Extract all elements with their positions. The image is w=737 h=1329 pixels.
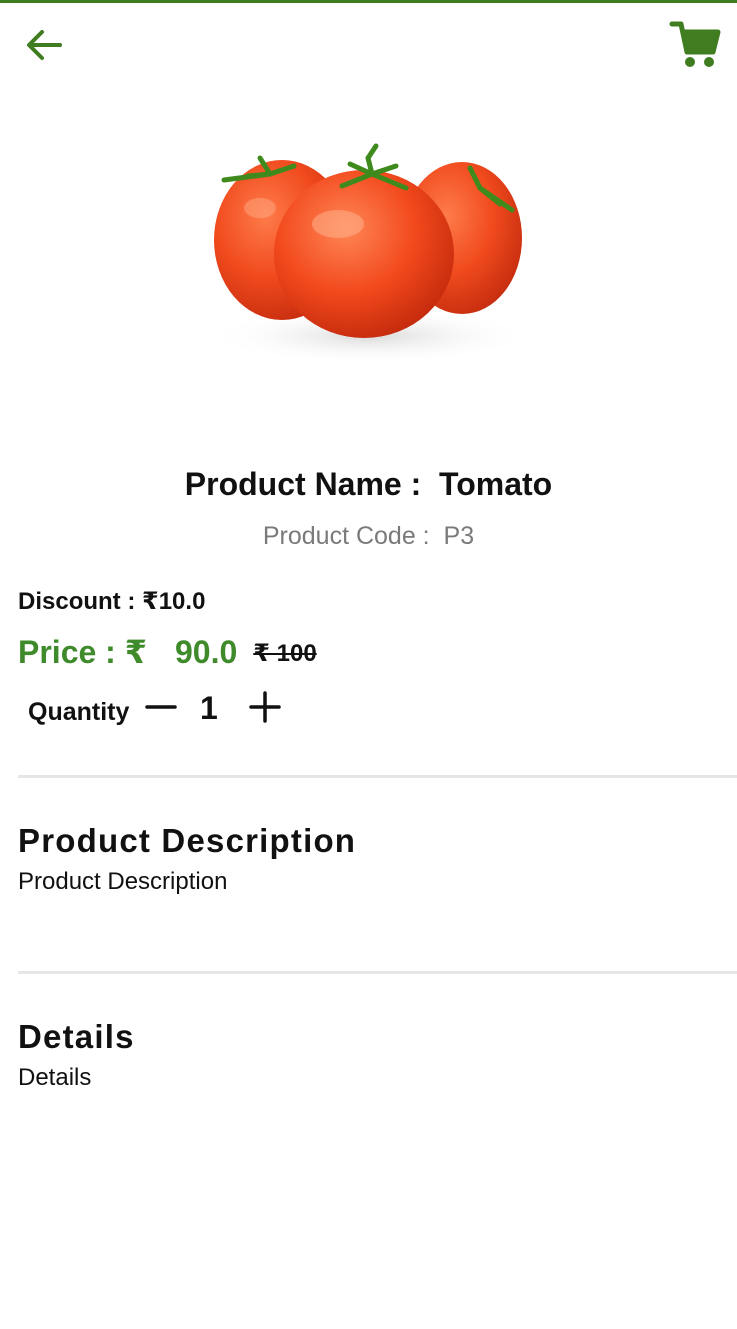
divider — [18, 775, 737, 778]
shopping-cart-icon — [669, 21, 721, 67]
price-label: Price : ₹ — [18, 634, 147, 670]
product-description-text: Product Description — [18, 868, 228, 895]
product-name-label: Product Name : — [184, 466, 422, 502]
details-text: Details — [18, 1064, 92, 1091]
quantity-value: 1 — [200, 690, 218, 726]
mrp-price: ₹ 100 — [253, 640, 317, 667]
increase-quantity-button[interactable] — [248, 690, 282, 724]
back-button[interactable] — [22, 24, 70, 68]
product-code-value: P3 — [443, 522, 475, 550]
product-name: Product Name : Tomato — [0, 466, 737, 503]
quantity-label: Quantity — [28, 698, 130, 726]
discount: Discount : ₹10.0 — [18, 587, 205, 616]
product-description-title: Product Description — [18, 822, 357, 859]
plus-icon — [249, 691, 281, 723]
top-accent-bar — [0, 0, 737, 3]
product-name-value: Tomato — [439, 466, 553, 502]
tomato-image — [210, 143, 530, 364]
discount-value: ₹10.0 — [142, 588, 206, 615]
product-image — [200, 128, 536, 368]
product-code-label: Product Code : — [262, 522, 430, 550]
cart-button[interactable] — [668, 18, 722, 72]
minus-icon — [145, 705, 177, 709]
divider — [18, 971, 737, 974]
price: Price : ₹ 90.0 ₹ 100 — [18, 633, 317, 671]
arrow-left-icon — [27, 30, 62, 60]
discount-label: Discount : — [18, 588, 136, 615]
product-code: Product Code : P3 — [0, 522, 737, 551]
decrease-quantity-button[interactable] — [144, 690, 178, 724]
price-value: 90.0 — [174, 634, 238, 670]
details-title: Details — [18, 1018, 135, 1055]
